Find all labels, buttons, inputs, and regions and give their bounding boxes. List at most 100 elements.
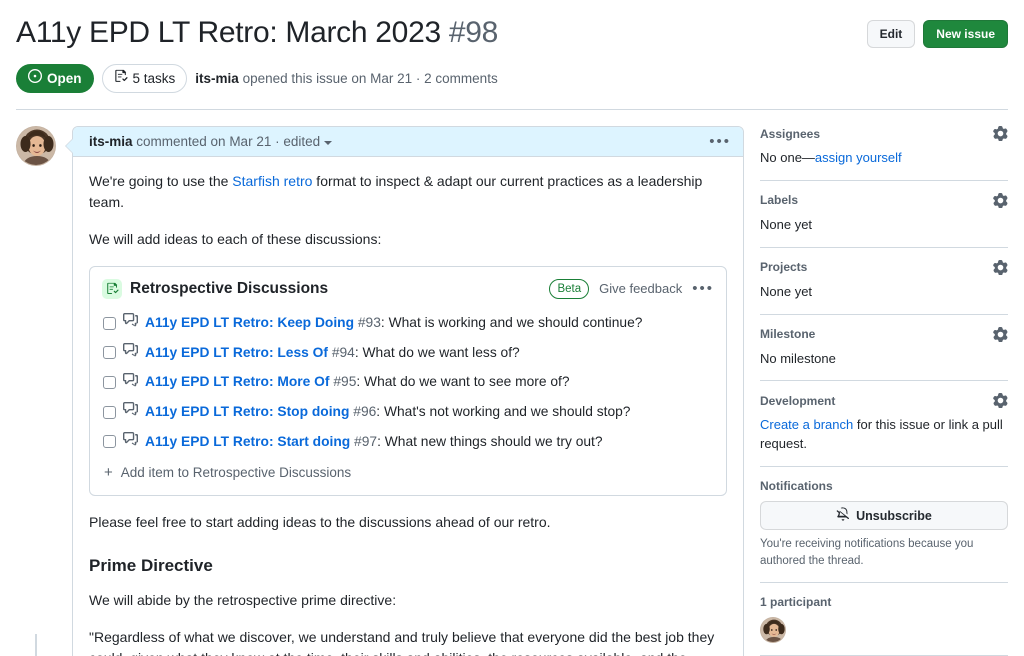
list-item[interactable]: A11y EPD LT Retro: Start doing #97: What… (90, 427, 726, 457)
prime-directive-quote: "Regardless of what we discover, we unde… (89, 627, 727, 656)
task-number: #93 (358, 315, 381, 330)
list-item[interactable]: A11y EPD LT Retro: Less Of #94: What do … (90, 338, 726, 368)
prime-directive-intro: We will abide by the retrospective prime… (89, 590, 727, 611)
issue-meta-detail: opened this issue on Mar 21 · 2 comments (239, 71, 498, 86)
tasklist-card: Retrospective Discussions Beta Give feed… (89, 266, 727, 496)
task-description: : What do we want to see more of? (356, 374, 569, 389)
tasklist-menu-button[interactable]: ••• (692, 281, 714, 296)
discussion-icon (123, 401, 138, 423)
assignees-none: No one— (760, 150, 815, 165)
give-feedback-link[interactable]: Give feedback (599, 279, 682, 299)
task-checkbox[interactable] (103, 406, 116, 419)
gear-icon[interactable] (993, 260, 1008, 275)
avatar[interactable] (760, 617, 786, 643)
development-title: Development (760, 394, 835, 408)
status-badge-label: Open (47, 70, 82, 88)
prime-directive-heading: Prime Directive (89, 555, 727, 576)
add-item-button[interactable]: + Add item to Retrospective Discussions (90, 457, 726, 491)
page-title: A11y EPD LT Retro: March 2023 #98 (16, 14, 498, 52)
development-value: Create a branch for this issue or link a… (760, 416, 1008, 454)
tasklist-items: A11y EPD LT Retro: Keep Doing #93: What … (90, 308, 726, 495)
issue-title-text: A11y EPD LT Retro: March 2023 (16, 16, 441, 49)
gear-icon[interactable] (993, 193, 1008, 208)
comment-meta: commented on Mar 21 · edited (133, 134, 321, 149)
discussion-icon (123, 342, 138, 364)
gear-icon[interactable] (993, 327, 1008, 342)
sidebar-section-participants: 1 participant (760, 595, 1008, 656)
milestone-value: No milestone (760, 350, 1008, 369)
unsubscribe-button[interactable]: Unsubscribe (760, 501, 1008, 530)
edit-button[interactable]: Edit (867, 20, 916, 48)
comment-header-text: its-mia commented on Mar 21 · edited (89, 134, 332, 149)
tasklist-title: Retrospective Discussions (130, 277, 328, 300)
sidebar-section-projects: Projects None yet (760, 260, 1008, 315)
assignees-title: Assignees (760, 127, 820, 141)
tasklist-icon (102, 279, 122, 299)
beta-badge: Beta (549, 279, 589, 299)
comment-menu-button[interactable]: ••• (709, 134, 731, 149)
timeline-connector (35, 634, 37, 656)
new-issue-button[interactable]: New issue (923, 20, 1008, 48)
task-description: : What is working and we should continue… (381, 315, 643, 330)
issue-content: its-mia commented on Mar 21 · edited •••… (0, 110, 1024, 656)
list-item[interactable]: A11y EPD LT Retro: Keep Doing #93: What … (90, 308, 726, 338)
task-checkbox[interactable] (103, 346, 116, 359)
gear-icon[interactable] (993, 126, 1008, 141)
tasks-badge[interactable]: 5 tasks (102, 64, 188, 93)
labels-value: None yet (760, 216, 1008, 235)
participants-list (760, 617, 1008, 643)
discussion-icon (123, 312, 138, 334)
task-link[interactable]: A11y EPD LT Retro: Less Of (145, 345, 328, 360)
comment-paragraph-2: We will add ideas to each of these discu… (89, 229, 727, 250)
status-badge: Open (16, 64, 94, 93)
gear-icon[interactable] (993, 393, 1008, 408)
issue-meta-text: its-mia opened this issue on Mar 21 · 2 … (195, 71, 497, 86)
chevron-down-icon[interactable] (324, 141, 332, 145)
list-item-text: A11y EPD LT Retro: Less Of #94: What do … (145, 343, 520, 364)
projects-title: Projects (760, 260, 807, 274)
task-number: #94 (332, 345, 355, 360)
task-link[interactable]: A11y EPD LT Retro: Keep Doing (145, 315, 354, 330)
sidebar-section-assignees: Assignees No one—assign yourself (760, 126, 1008, 181)
notifications-header: Notifications (760, 479, 1008, 493)
issue-opened-icon (28, 69, 42, 88)
participants-title: 1 participant (760, 595, 1008, 609)
task-number: #96 (353, 404, 376, 419)
comment-author-link[interactable]: its-mia (89, 134, 133, 149)
issue-header: A11y EPD LT Retro: March 2023 #98 Edit N… (0, 0, 1024, 109)
starfish-retro-link[interactable]: Starfish retro (232, 173, 312, 189)
unsubscribe-label: Unsubscribe (856, 509, 932, 523)
task-number: #97 (354, 434, 377, 449)
create-branch-link[interactable]: Create a branch (760, 417, 853, 432)
assign-yourself-link[interactable]: assign yourself (815, 150, 902, 165)
comment-box: its-mia commented on Mar 21 · edited •••… (72, 126, 744, 656)
avatar[interactable] (16, 126, 56, 166)
sidebar-section-labels: Labels None yet (760, 193, 1008, 248)
comment-paragraph-3: Please feel free to start adding ideas t… (89, 512, 727, 533)
labels-title: Labels (760, 193, 798, 207)
title-row: A11y EPD LT Retro: March 2023 #98 Edit N… (16, 14, 1008, 52)
task-link[interactable]: A11y EPD LT Retro: Stop doing (145, 404, 349, 419)
milestone-header: Milestone (760, 327, 1008, 342)
list-item[interactable]: A11y EPD LT Retro: More Of #95: What do … (90, 368, 726, 398)
comment-thread: its-mia commented on Mar 21 · edited •••… (16, 126, 744, 656)
development-header: Development (760, 393, 1008, 408)
projects-value: None yet (760, 283, 1008, 302)
task-link[interactable]: A11y EPD LT Retro: Start doing (145, 434, 350, 449)
discussion-icon (123, 431, 138, 453)
tasks-badge-label: 5 tasks (133, 70, 176, 88)
task-description: : What do we want less of? (355, 345, 520, 360)
assignees-header: Assignees (760, 126, 1008, 141)
task-checkbox[interactable] (103, 317, 116, 330)
sidebar-section-development: Development Create a branch for this iss… (760, 393, 1008, 467)
sidebar-section-notifications: Notifications Unsubscribe You're receivi… (760, 479, 1008, 582)
task-checkbox[interactable] (103, 435, 116, 448)
header-actions: Edit New issue (867, 14, 1008, 48)
projects-header: Projects (760, 260, 1008, 275)
list-item[interactable]: A11y EPD LT Retro: Stop doing #96: What'… (90, 397, 726, 427)
plus-icon: + (104, 465, 113, 480)
task-checkbox[interactable] (103, 376, 116, 389)
comment-header: its-mia commented on Mar 21 · edited ••• (73, 127, 743, 157)
issue-author-link[interactable]: its-mia (195, 71, 239, 86)
task-link[interactable]: A11y EPD LT Retro: More Of (145, 374, 330, 389)
